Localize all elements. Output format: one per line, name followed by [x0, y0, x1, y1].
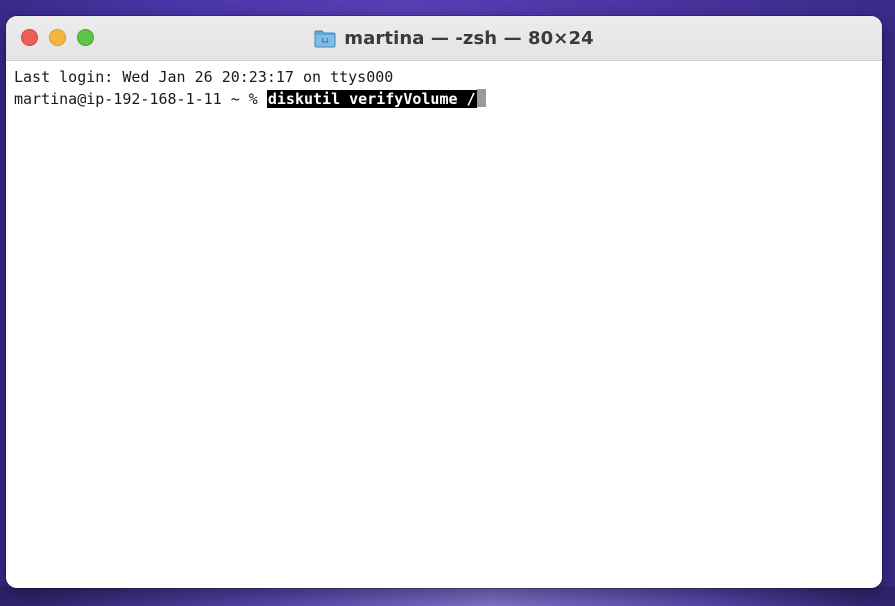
last-login-line: Last login: Wed Jan 26 20:23:17 on ttys0…	[14, 68, 394, 86]
window-title: martina — -zsh — 80×24	[344, 27, 594, 49]
desktop-background	[0, 586, 895, 606]
text-cursor	[476, 89, 486, 107]
prompt-line: martina@ip-192-168-1-11 ~ % diskutil ver…	[14, 88, 874, 110]
command-text[interactable]: diskutil verifyVolume /	[266, 90, 477, 108]
terminal-output[interactable]: Last login: Wed Jan 26 20:23:17 on ttys0…	[6, 61, 882, 588]
terminal-window: martina — -zsh — 80×24 Last login: Wed J…	[6, 16, 882, 588]
folder-icon	[314, 29, 336, 48]
window-titlebar[interactable]: martina — -zsh — 80×24	[6, 16, 882, 61]
shell-prompt: martina@ip-192-168-1-11 ~ %	[14, 90, 267, 108]
window-title-group: martina — -zsh — 80×24	[6, 16, 882, 60]
